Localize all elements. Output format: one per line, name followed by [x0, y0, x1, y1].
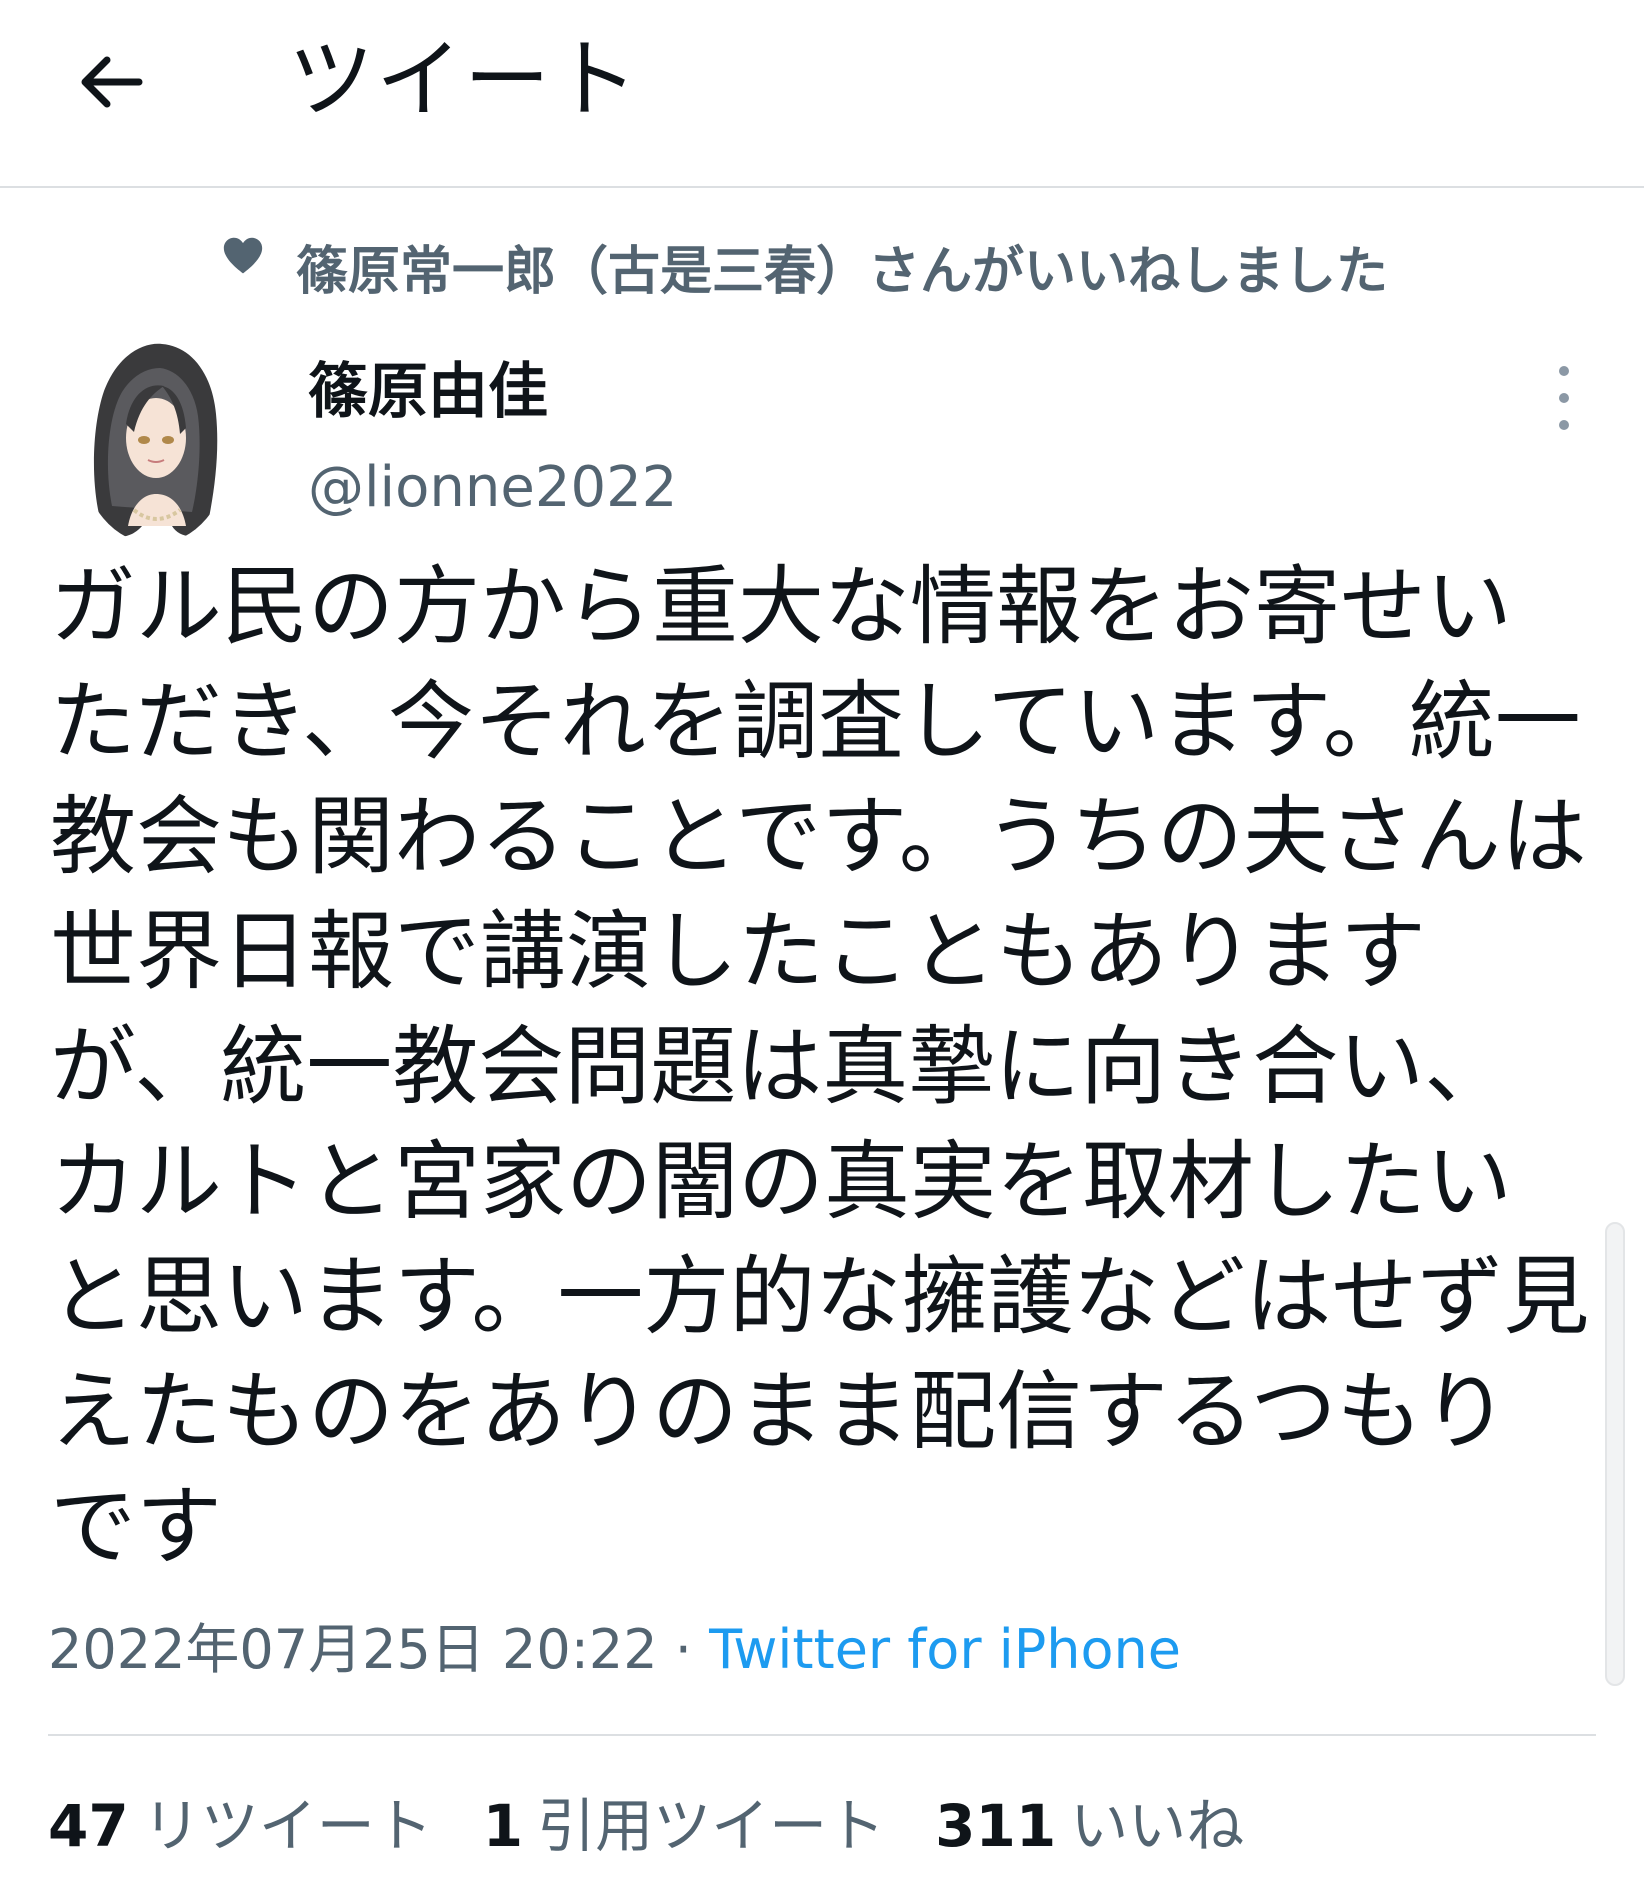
avatar[interactable] [82, 336, 228, 544]
tweet-meta: 2022年07月25日 20:22 · Twitter for iPhone [48, 1612, 1181, 1688]
back-button[interactable] [62, 38, 158, 126]
author-display-name[interactable]: 篠原由佳 [308, 352, 548, 432]
quotes-stat[interactable]: 1 引用ツイート [483, 1786, 885, 1866]
more-dot-icon [1559, 393, 1569, 403]
more-dot-icon [1559, 366, 1569, 376]
page-title: ツイート [288, 30, 640, 130]
quotes-label: 引用ツイート [537, 1792, 886, 1860]
social-context-text: 篠原常一郎（古是三春）さんがいいねしました [296, 241, 1389, 302]
arrow-left-icon [81, 56, 143, 108]
likes-label: いいね [1070, 1792, 1245, 1860]
retweets-stat[interactable]: 47 リツイート [48, 1786, 433, 1866]
meta-separator: · [657, 1618, 710, 1681]
heart-icon [223, 237, 263, 274]
more-options-button[interactable] [1540, 366, 1588, 430]
likes-count: 311 [935, 1792, 1057, 1860]
tweet-timestamp[interactable]: 2022年07月25日 20:22 [48, 1618, 658, 1681]
retweets-count: 47 [48, 1792, 129, 1860]
scrollbar[interactable] [1605, 1222, 1625, 1686]
tweet-text: ガル民の方から重大な情報をお寄せいただき、今それを調査しています。統一教会も関わ… [50, 557, 1590, 1577]
more-dot-icon [1559, 420, 1569, 430]
author-handle[interactable]: @lionne2022 [308, 450, 677, 526]
quotes-count: 1 [482, 1792, 524, 1860]
retweets-label: リツイート [142, 1792, 433, 1860]
tweet-stats: 47 リツイート 1 引用ツイート 311 いいね [48, 1786, 1244, 1866]
tweet-source-link[interactable]: Twitter for iPhone [709, 1618, 1181, 1681]
top-bar: ツイート [0, 0, 1644, 188]
social-context[interactable]: 篠原常一郎（古是三春）さんがいいねしました [220, 228, 1388, 304]
avatar-illustration [82, 336, 228, 544]
likes-stat[interactable]: 311 いいね [935, 1786, 1244, 1866]
divider [48, 1734, 1596, 1736]
